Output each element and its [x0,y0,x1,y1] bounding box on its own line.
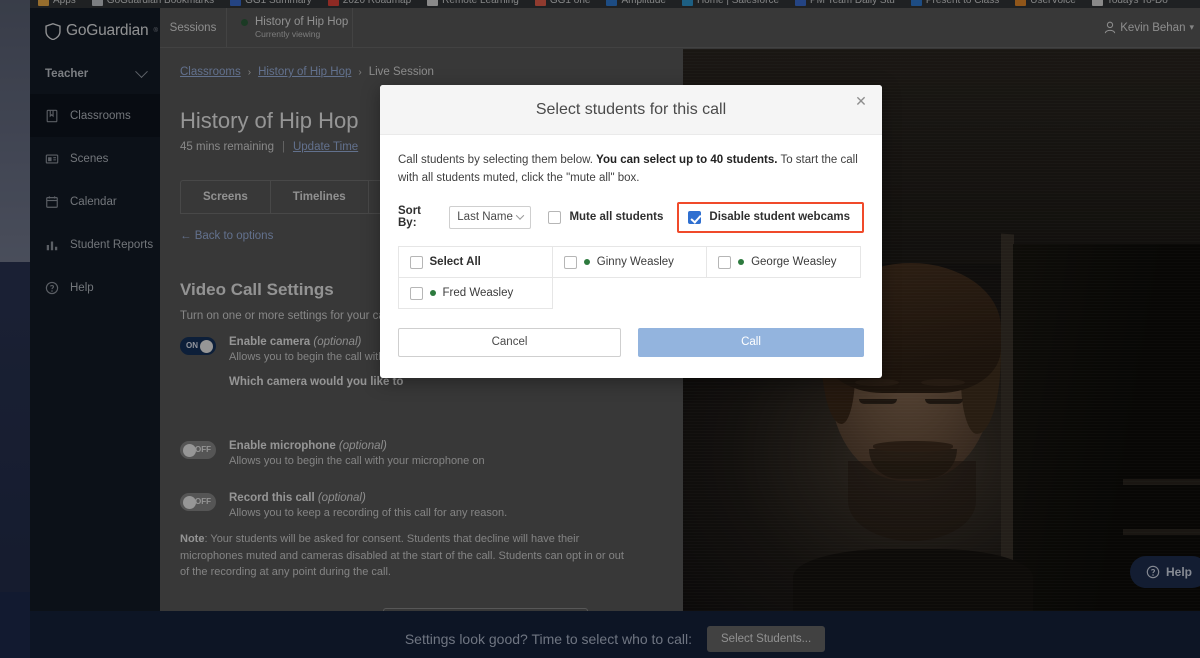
student-checkbox[interactable] [718,256,731,269]
grid-empty-cell [552,277,707,309]
modal-title: Select students for this call [536,101,726,119]
disable-student-webcams-label: Disable student webcams [709,211,850,223]
disable-student-webcams-checkbox[interactable] [688,211,701,224]
chevron-down-icon [516,211,524,219]
mute-all-students-label: Mute all students [569,211,663,223]
modal-description: Call students by selecting them below. Y… [398,152,864,188]
select-all-cell[interactable]: Select All [398,246,553,278]
student-cell[interactable]: George Weasley [706,246,861,278]
close-icon[interactable]: ✕ [853,93,869,109]
sort-by-label: Sort By: [398,205,440,229]
select-all-label: Select All [430,256,481,268]
student-online-dot-icon [584,259,590,265]
modal-controls: Sort By: Last Name Mute all students Dis… [398,202,864,233]
modal-body: Call students by selecting them below. Y… [380,135,882,357]
call-button[interactable]: Call [638,328,864,357]
student-checkbox[interactable] [564,256,577,269]
mute-all-students-checkbox[interactable] [548,211,561,224]
student-online-dot-icon [738,259,744,265]
student-name: George Weasley [751,256,836,268]
student-grid: Select All Ginny Weasley George Weasley … [398,247,864,309]
desc-part-1: Call students by selecting them below. [398,154,596,166]
disable-webcams-highlight: Disable student webcams [677,202,864,233]
disable-student-webcams-row[interactable]: Disable student webcams [688,211,850,224]
mute-all-students-row[interactable]: Mute all students [548,211,663,224]
student-name: Fred Weasley [443,287,514,299]
desc-bold: You can select up to 40 students. [596,154,777,166]
student-cell[interactable]: Ginny Weasley [552,246,707,278]
student-online-dot-icon [430,290,436,296]
select-students-modal: Select students for this call ✕ Call stu… [380,85,882,378]
sort-by-select[interactable]: Last Name [449,206,531,229]
grid-empty-cell [706,277,861,309]
select-all-checkbox[interactable] [410,256,423,269]
student-checkbox[interactable] [410,287,423,300]
sort-by-value: Last Name [457,211,513,223]
modal-header: Select students for this call ✕ [380,85,882,135]
modal-actions: Cancel Call [398,328,864,357]
student-cell[interactable]: Fred Weasley [398,277,553,309]
student-name: Ginny Weasley [597,256,674,268]
cancel-button[interactable]: Cancel [398,328,621,357]
